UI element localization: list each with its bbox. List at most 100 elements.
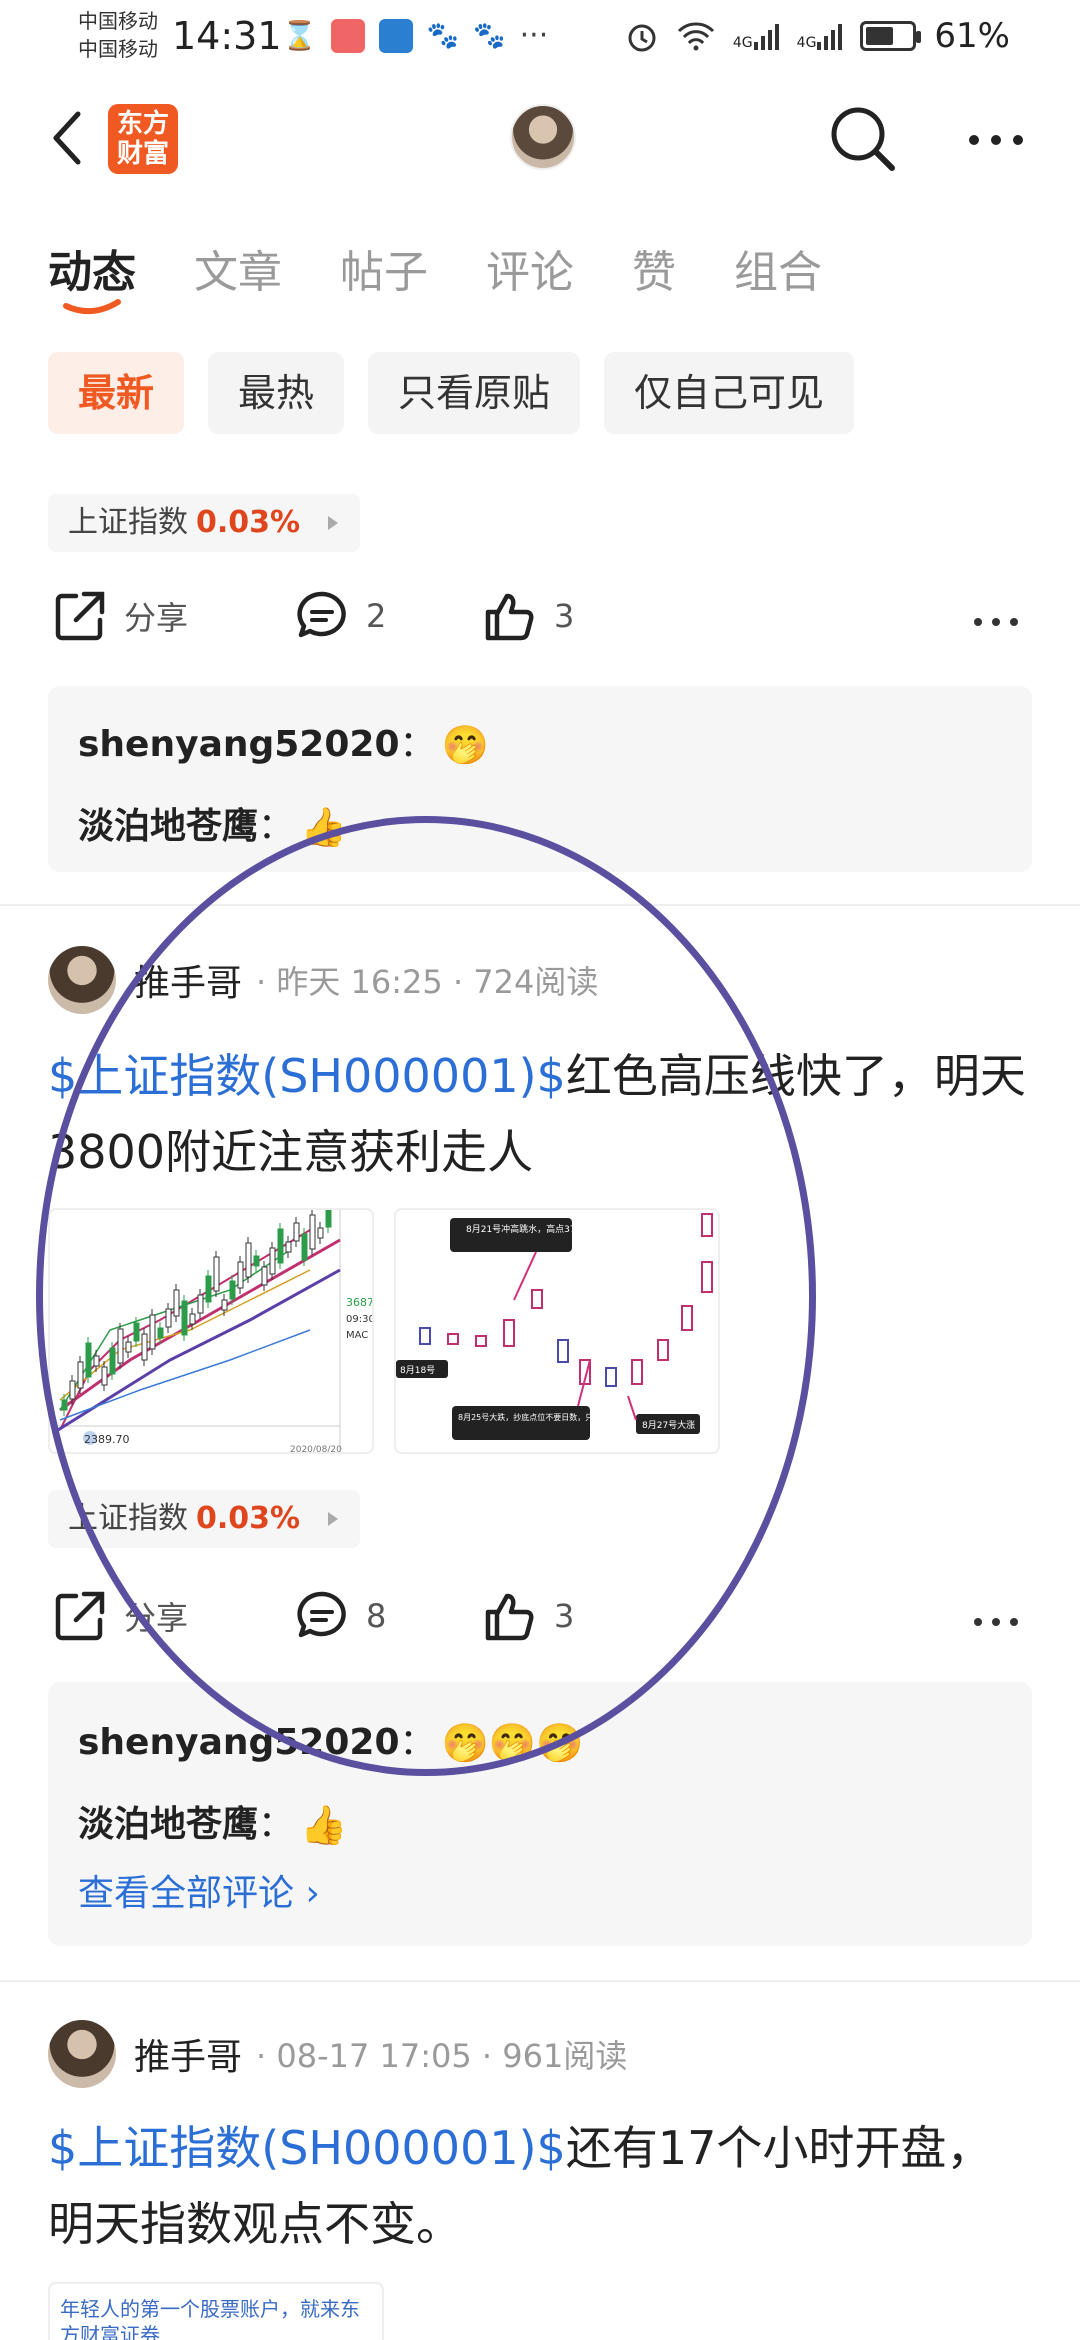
baidu-paw-icon: 🐾: [473, 20, 506, 51]
share-icon: [55, 591, 105, 641]
app-notification-icon: [330, 18, 365, 53]
candle: [149, 1314, 156, 1350]
comment-preview: shenyang52020： 🤭 淡泊地苍鹰： 👍: [48, 686, 1032, 872]
chevron-right-icon: [328, 516, 339, 530]
tab-articles[interactable]: 文章: [194, 236, 282, 300]
chevron-right-icon: [328, 1512, 339, 1526]
avatar[interactable]: [48, 946, 116, 1014]
tab-posts[interactable]: 帖子: [340, 236, 428, 300]
notification-icons: ⌛ 🐾 🐾 ···: [282, 18, 548, 53]
candle: [277, 1228, 284, 1264]
post-image-annotated-chart[interactable]: 8月21号冲高跳水，高点3797-3814点 8月18号 8月25号大跌，抄底点…: [394, 1208, 720, 1454]
back-arrow-icon[interactable]: [48, 108, 88, 168]
post-content[interactable]: $上证指数(SH000001)$还有17个小时开盘，明天指数观点不变。: [48, 2110, 1032, 2262]
candle: [197, 1294, 204, 1314]
avatar[interactable]: [510, 104, 576, 170]
tab-portfolios[interactable]: 组合: [734, 236, 822, 300]
like-button[interactable]: 3: [482, 588, 574, 644]
candle: [245, 1242, 252, 1278]
post-content[interactable]: $上证指数(SH000001)$红色高压线快了，明天3800附近注意获利走人: [48, 1038, 1032, 1190]
filter-self-visible[interactable]: 仅自己可见: [604, 352, 855, 434]
post-action-bar: 分享 2 3: [48, 588, 1032, 658]
clock: 14:31: [172, 14, 282, 58]
share-icon: [55, 1591, 105, 1641]
divider: [0, 1980, 1080, 1982]
candle: [701, 1213, 713, 1237]
post-image-promo[interactable]: 年轻人的第一个股票账户，就来东方财富证券: [48, 2282, 384, 2340]
candle: [213, 1256, 220, 1292]
stock-name: 上证指数: [68, 505, 188, 540]
eastmoney-logo: 东方 财富: [108, 104, 178, 174]
post-image-kline-chart[interactable]: 2389.70 3687 09:30 MAC 2020/08/20: [48, 1208, 374, 1454]
filter-original-only[interactable]: 只看原贴: [368, 352, 581, 434]
post-author[interactable]: 推手哥: [134, 954, 242, 1006]
more-options-icon[interactable]: [966, 120, 1026, 160]
candle: [475, 1335, 487, 1347]
stock-link[interactable]: $上证指数(SH000001)$: [48, 1049, 566, 1103]
comment-item[interactable]: shenyang52020： 🤭: [78, 704, 1002, 786]
post-action-bar: 分享 8 3: [48, 1588, 1032, 1658]
post-time: · 08-17 17:05 · 961阅读: [256, 2037, 628, 2075]
signal-icon: 4G: [797, 22, 843, 50]
comment-icon: [297, 591, 346, 638]
candle: [61, 1399, 68, 1411]
hourglass-icon: ⌛: [282, 19, 317, 52]
signal-icon: 4G: [733, 22, 779, 50]
tab-likes[interactable]: 赞: [632, 236, 676, 300]
alarm-icon: [628, 24, 656, 52]
comment-item[interactable]: shenyang52020： 🤭🤭🤭: [78, 1702, 1002, 1784]
post-time: · 昨天 16:25 · 724阅读: [256, 963, 599, 1001]
post-header: 推手哥 · 昨天 16:25 · 724阅读: [48, 946, 598, 1014]
stock-change: 0.03%: [196, 1501, 301, 1536]
candle: [253, 1255, 260, 1267]
thumbs-up-icon: [485, 593, 534, 641]
comment-item[interactable]: 淡泊地苍鹰： 👍: [78, 786, 1002, 868]
carrier-label-1: 中国移动: [78, 9, 158, 33]
more-options-icon[interactable]: [972, 602, 1022, 642]
chart-date: 2020/08/20: [290, 1445, 342, 1454]
comment-item[interactable]: 淡泊地苍鹰： 👍: [78, 1784, 1002, 1866]
candle: [165, 1308, 172, 1328]
share-button[interactable]: 分享: [52, 588, 188, 644]
battery-icon: [860, 21, 922, 51]
stock-tag[interactable]: 上证指数 0.03%: [48, 1490, 361, 1548]
post-author[interactable]: 推手哥: [134, 2028, 242, 2080]
post-header: 推手哥 · 08-17 17:05 · 961阅读: [48, 2020, 627, 2088]
candle: [605, 1367, 617, 1387]
filter-latest[interactable]: 最新: [48, 352, 185, 434]
like-button[interactable]: 3: [482, 1588, 574, 1644]
comment-button[interactable]: 2: [294, 588, 386, 644]
candle: [503, 1319, 515, 1347]
candle: [317, 1227, 324, 1239]
stock-tag[interactable]: 上证指数 0.03%: [48, 494, 361, 552]
candle: [181, 1300, 188, 1336]
candle: [419, 1327, 431, 1345]
share-button[interactable]: 分享: [52, 1588, 188, 1644]
candle: [221, 1299, 228, 1311]
candle: [69, 1380, 76, 1400]
candle: [701, 1261, 713, 1293]
avatar[interactable]: [48, 2020, 116, 2088]
profile-tabs: 动态 文章 帖子 评论 赞 组合: [48, 236, 880, 300]
stock-link[interactable]: $上证指数(SH000001)$: [48, 2121, 566, 2175]
tab-comments[interactable]: 评论: [486, 236, 574, 300]
more-notifications-icon: ···: [519, 18, 549, 53]
candle: [125, 1341, 132, 1353]
baidu-paw-icon: 🐾: [426, 20, 460, 51]
candle: [301, 1233, 308, 1261]
more-options-icon[interactable]: [972, 1602, 1022, 1642]
search-icon[interactable]: [828, 104, 898, 174]
tab-dynamics[interactable]: 动态: [48, 236, 136, 300]
status-bar: 中国移动 中国移动 14:31 ⌛ 🐾 🐾 ··· 4G 4G 61%: [0, 0, 1080, 80]
candle: [157, 1327, 164, 1339]
filter-chips: 最新 最热 只看原贴 仅自己可见: [48, 352, 855, 434]
chart-annotation: 8月27号大涨: [642, 1419, 695, 1431]
chart-annotation: 8月25号大跌，抄底点位不要日数，只看3704-3710: [458, 1412, 645, 1422]
active-tab-indicator: [63, 299, 121, 315]
chart-value: 09:30: [346, 1314, 374, 1325]
view-all-comments-link[interactable]: 查看全部评论 ›: [78, 1866, 1002, 1922]
candle: [325, 1210, 332, 1228]
candle: [173, 1289, 180, 1317]
filter-hottest[interactable]: 最热: [208, 352, 345, 434]
comment-button[interactable]: 8: [294, 1588, 386, 1644]
